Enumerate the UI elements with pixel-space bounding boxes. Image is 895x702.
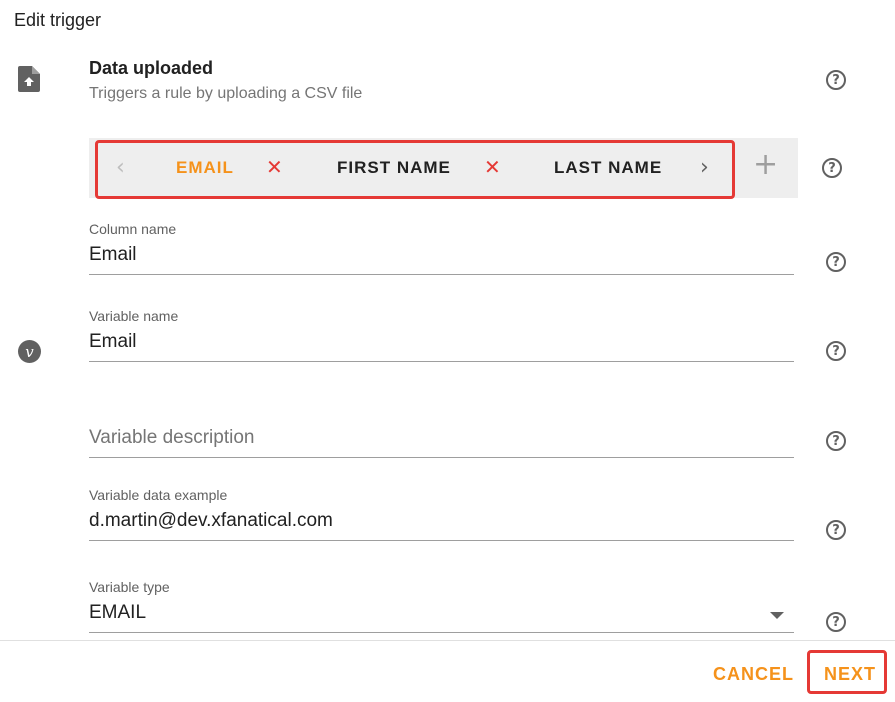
tab-first-name-remove-icon[interactable]: ✕: [484, 155, 501, 179]
dialog-title: Edit trigger: [14, 10, 102, 30]
footer-divider: [0, 640, 895, 641]
tab-email[interactable]: EMAIL: [176, 158, 234, 178]
variable-type-select[interactable]: Variable type EMAIL: [89, 579, 794, 633]
chevron-down-icon[interactable]: [770, 612, 784, 619]
variable-data-example-label: Variable data example: [89, 487, 228, 503]
tab-next-icon[interactable]: ›: [700, 155, 709, 180]
variable-type-label: Variable type: [89, 579, 170, 595]
variable-name-help-icon[interactable]: ?: [826, 341, 846, 361]
tab-last-name[interactable]: LAST NAME: [554, 158, 662, 178]
variable-name-field[interactable]: Variable name Email: [89, 308, 794, 362]
column-name-field[interactable]: Column name Email: [89, 221, 794, 275]
trigger-description: Triggers a rule by uploading a CSV file: [89, 85, 363, 102]
trigger-title: Data uploaded: [89, 58, 214, 78]
trigger-help-icon[interactable]: ?: [826, 70, 846, 90]
variable-type-value[interactable]: EMAIL: [89, 602, 794, 633]
column-name-input[interactable]: Email: [89, 244, 794, 275]
variable-type-help-icon[interactable]: ?: [826, 612, 846, 632]
cancel-button[interactable]: CANCEL: [713, 664, 794, 685]
variable-data-example-field[interactable]: Variable data example d.martin@dev.xfana…: [89, 487, 794, 541]
variable-icon: v: [18, 340, 41, 363]
column-tabs-help-icon[interactable]: ?: [822, 158, 842, 178]
variable-name-input[interactable]: Email: [89, 331, 794, 362]
variable-data-example-help-icon[interactable]: ?: [826, 520, 846, 540]
add-column-button[interactable]: +: [753, 150, 778, 180]
variable-description-field[interactable]: Variable description: [89, 427, 794, 458]
tab-email-remove-icon[interactable]: ✕: [266, 155, 283, 179]
tab-prev-icon[interactable]: ‹: [116, 155, 125, 180]
file-upload-icon: [18, 66, 40, 92]
variable-description-input[interactable]: Variable description: [89, 427, 794, 458]
column-name-help-icon[interactable]: ?: [826, 252, 846, 272]
next-button[interactable]: NEXT: [824, 664, 876, 685]
variable-data-example-input[interactable]: d.martin@dev.xfanatical.com: [89, 510, 794, 541]
variable-name-label: Variable name: [89, 308, 179, 324]
variable-description-help-icon[interactable]: ?: [826, 431, 846, 451]
tab-first-name[interactable]: FIRST NAME: [337, 158, 451, 178]
column-name-label: Column name: [89, 221, 177, 237]
